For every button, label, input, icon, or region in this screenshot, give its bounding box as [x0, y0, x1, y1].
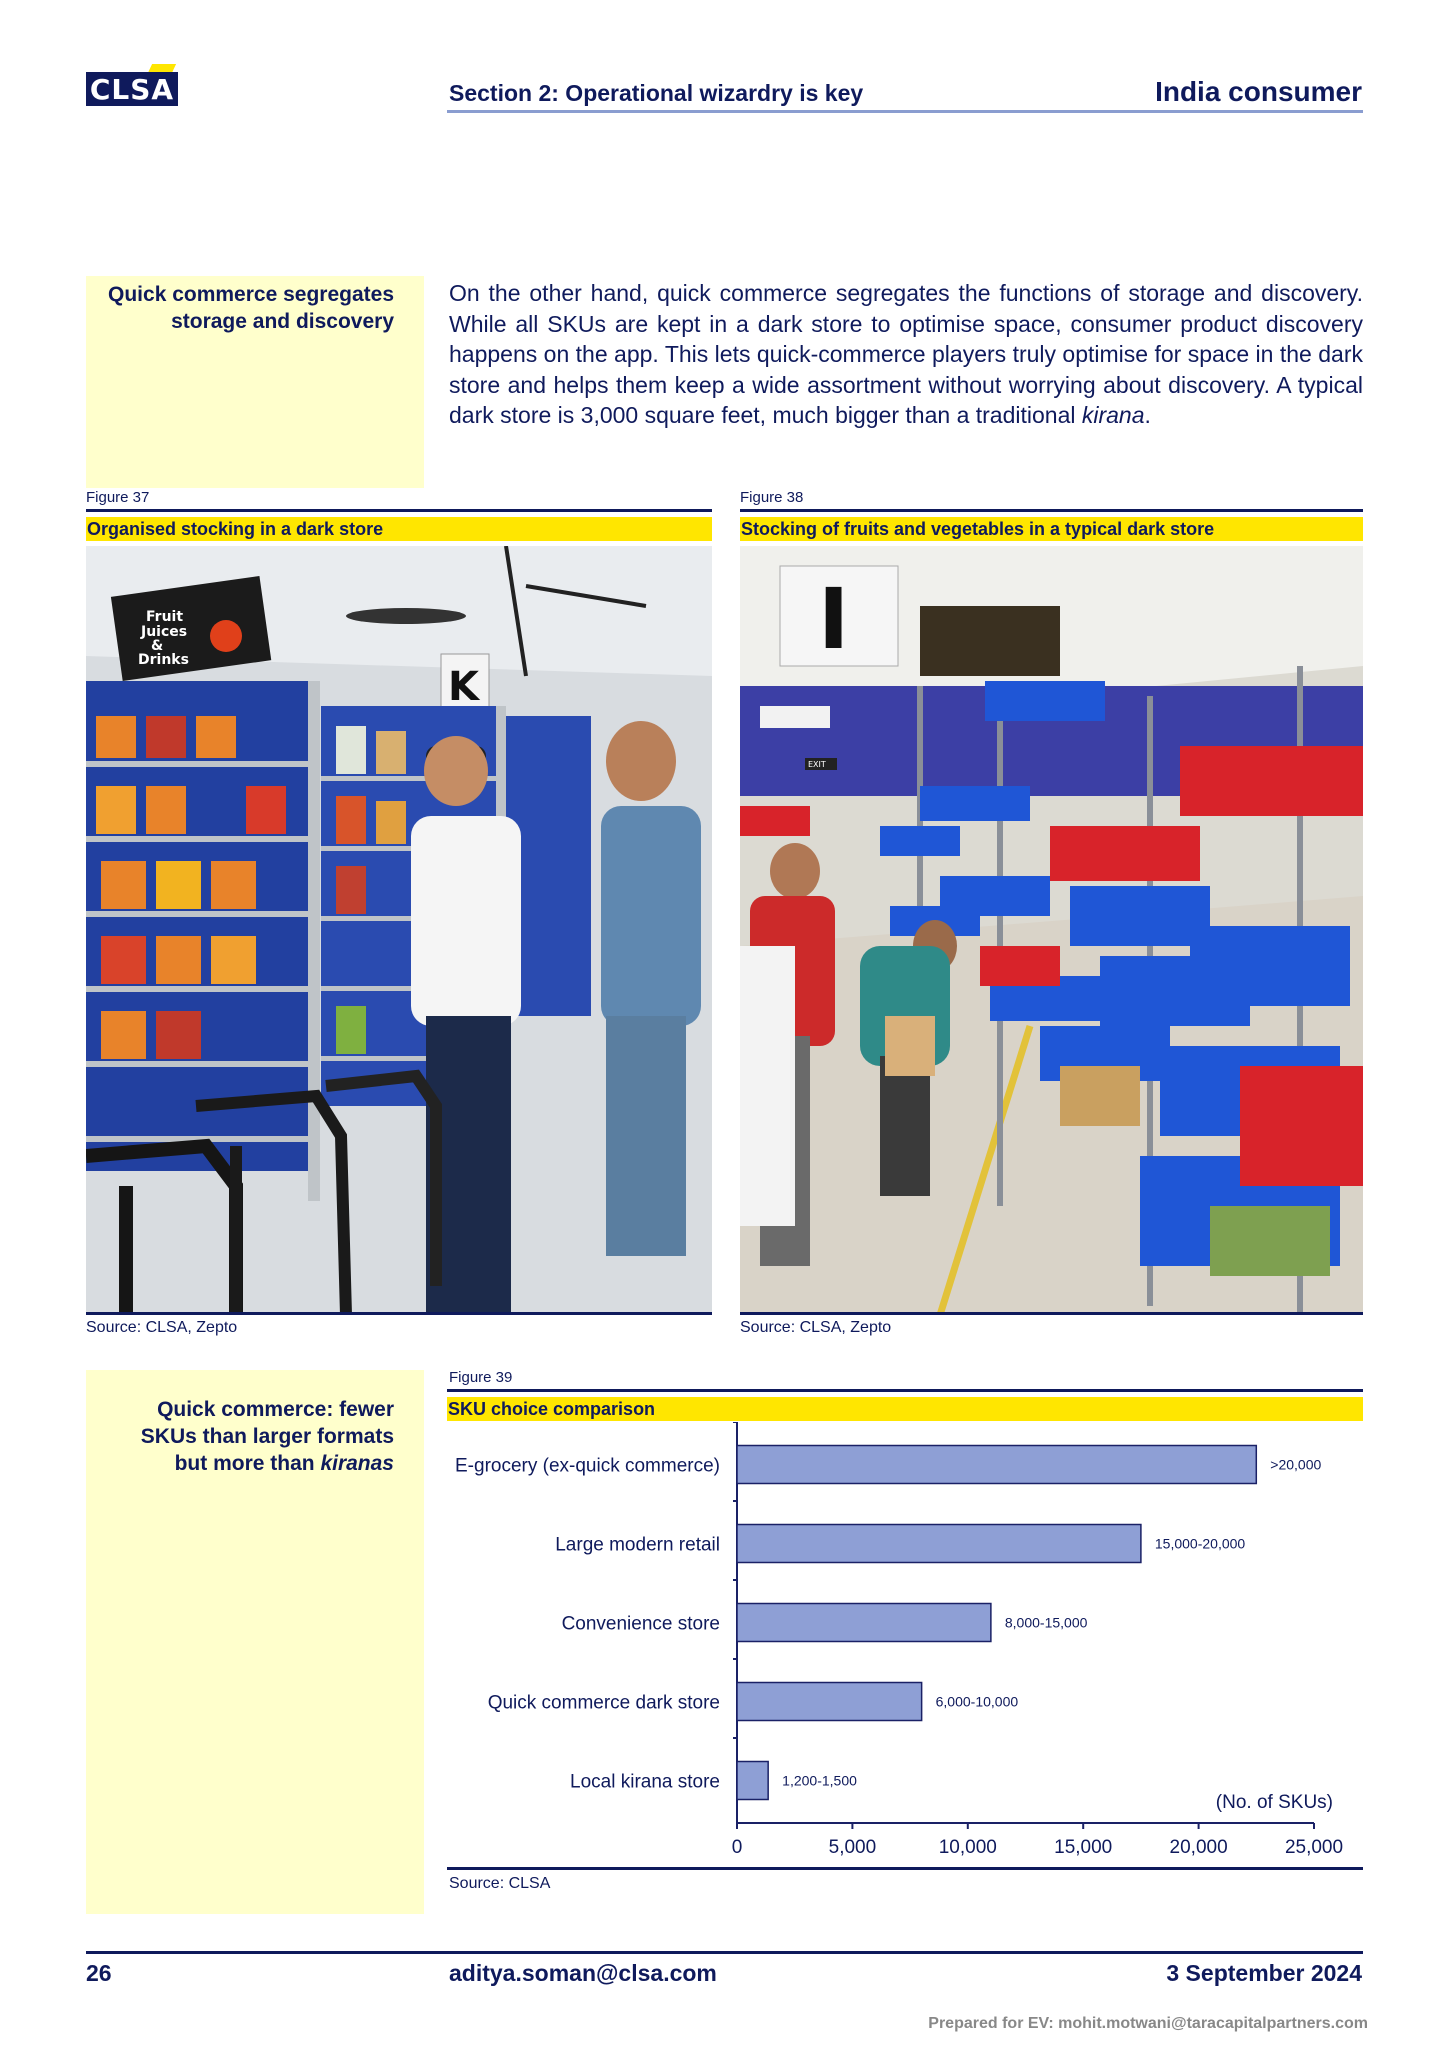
sidebar-2-line-1: Quick commerce: fewer	[157, 1398, 394, 1421]
data-label: 15,000-20,000	[1155, 1536, 1246, 1552]
chart-unit-note: (No. of SKUs)	[1216, 1792, 1333, 1813]
figure-38-photo: I EXIT	[740, 546, 1363, 1315]
category-label: Local kirana store	[570, 1772, 720, 1793]
aisle-letter-i: I	[818, 570, 849, 668]
x-tick-label: 5,000	[829, 1837, 877, 1858]
sidebar-heading-1: Quick commerce segregates storage and di…	[94, 281, 394, 335]
figure-39-bottom-rule	[447, 1867, 1363, 1870]
dark-store-shelves-photo: Fruit Juices & Drinks K	[86, 546, 712, 1312]
sign-line-2: Juices	[140, 624, 187, 640]
sign-line-4: Drinks	[138, 652, 189, 668]
data-label: 8,000-15,000	[1005, 1615, 1088, 1631]
section-title: Section 2: Operational wizardry is key	[449, 80, 864, 106]
body-text-italic: kirana	[1081, 402, 1145, 428]
body-paragraph: On the other hand, quick commerce segreg…	[449, 278, 1363, 431]
footer-rule	[86, 1951, 1363, 1954]
figure-39-rule	[447, 1389, 1363, 1392]
category-label: Quick commerce dark store	[488, 1693, 720, 1714]
clsa-logo: CLSA	[86, 72, 178, 106]
figure-37-title: Organised stocking in a dark store	[86, 517, 712, 541]
bar	[736, 1444, 1258, 1485]
category-label: E-grocery (ex-quick commerce)	[455, 1456, 720, 1477]
exit-sign: EXIT	[808, 760, 826, 769]
figure-37-label: Figure 37	[86, 489, 150, 506]
sidebar-box-1: Quick commerce segregates storage and di…	[86, 276, 424, 488]
bar	[736, 1681, 923, 1722]
sidebar-2-line-3-italic: kiranas	[320, 1452, 394, 1475]
sidebar-2-line-3: but more than kiranas	[84, 1450, 394, 1477]
page-number: 26	[86, 1960, 112, 1986]
x-tick-label: 0	[732, 1837, 743, 1858]
bar	[736, 1602, 992, 1643]
x-tick-label: 25,000	[1285, 1837, 1343, 1858]
bar	[736, 1523, 1142, 1564]
aisle-letter: K	[448, 664, 481, 710]
prepared-for: Prepared for EV: mohit.motwani@taracapit…	[928, 2015, 1368, 2032]
x-tick-label: 20,000	[1170, 1837, 1228, 1858]
sidebar-box-2: Quick commerce: fewer SKUs than larger f…	[86, 1370, 424, 1914]
category-label: Large modern retail	[555, 1535, 720, 1556]
sidebar-heading-2: Quick commerce: fewer SKUs than larger f…	[84, 1396, 394, 1477]
figure-38-source: Source: CLSA, Zepto	[740, 1319, 892, 1336]
figure-37-rule	[86, 509, 712, 512]
data-label: 6,000-10,000	[936, 1694, 1019, 1710]
sidebar-2-line-2: SKUs than larger formats	[140, 1425, 394, 1448]
category-label: Convenience store	[562, 1614, 720, 1635]
figure-38-label: Figure 38	[740, 489, 804, 506]
figure-38-rule	[740, 509, 1363, 512]
fruit-veg-store-photo: I EXIT	[740, 546, 1363, 1312]
x-tick-label: 15,000	[1054, 1837, 1112, 1858]
figure-39-source: Source: CLSA	[449, 1875, 551, 1892]
figure-39-label: Figure 39	[449, 1369, 513, 1386]
data-label: >20,000	[1270, 1457, 1321, 1473]
header-rule	[447, 110, 1363, 113]
sidebar-1-line-2: storage and discovery	[171, 310, 394, 333]
bar	[736, 1760, 769, 1801]
figure-38-title: Stocking of fruits and vegetables in a t…	[740, 517, 1363, 541]
sku-bar-chart: E-grocery (ex-quick commerce) >20,000 Larg…	[455, 1422, 1343, 1858]
body-text-main: On the other hand, quick commerce segreg…	[449, 280, 1363, 428]
sidebar-2-line-3-prefix: but more than	[174, 1452, 321, 1475]
author-email[interactable]: aditya.soman@clsa.com	[449, 1960, 717, 1987]
data-label: 1,200-1,500	[782, 1773, 857, 1789]
report-date: 3 September 2024	[1166, 1960, 1362, 1986]
report-title: India consumer	[1155, 76, 1362, 107]
x-tick-label: 10,000	[939, 1837, 997, 1858]
figure-39-title: SKU choice comparison	[447, 1397, 1363, 1421]
sign-line-1: Fruit	[146, 609, 183, 625]
figure-37-photo: Fruit Juices & Drinks K	[86, 546, 712, 1315]
body-text-end: .	[1144, 402, 1151, 428]
figure-37-source: Source: CLSA, Zepto	[86, 1319, 238, 1336]
sidebar-1-line-1: Quick commerce segregates	[108, 283, 394, 306]
